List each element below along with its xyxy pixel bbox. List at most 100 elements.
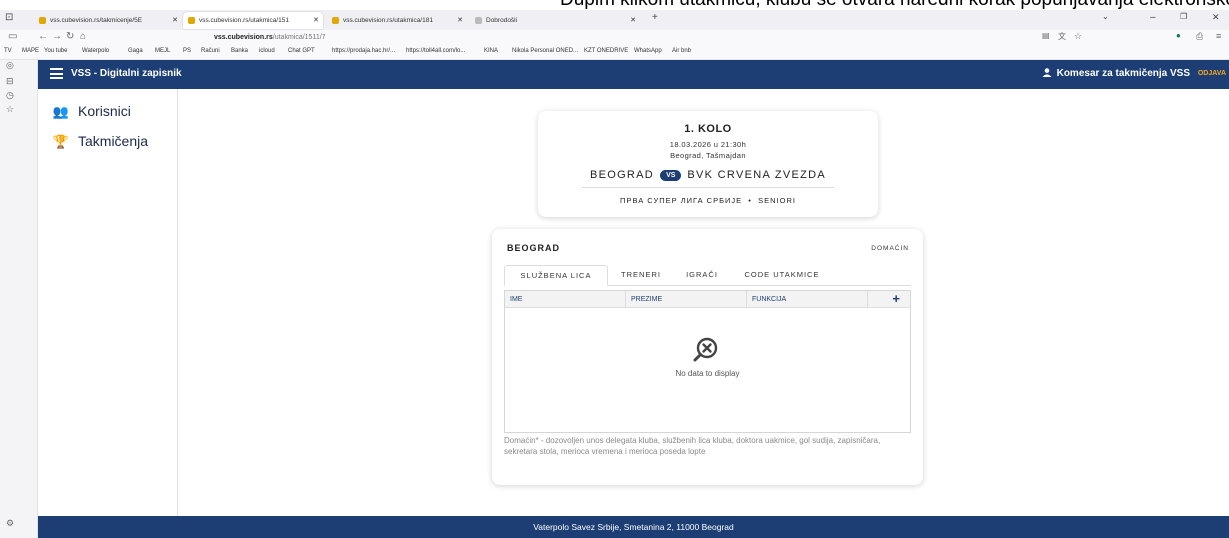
match-round: 1. KOLO xyxy=(684,123,732,135)
favicon-icon xyxy=(332,17,339,24)
sidebar-item-label: Takmičenja xyxy=(78,133,149,149)
bookmark-item[interactable]: MAPE xyxy=(22,48,39,54)
back-icon[interactable]: ← xyxy=(38,31,48,42)
panel-note: Domaćin* - dozovoljen unos delegata klub… xyxy=(504,436,881,456)
home-team: BEOGRAD xyxy=(589,169,655,181)
tab-treneri[interactable]: TRENERI xyxy=(610,265,672,286)
close-tab-icon[interactable]: ✕ xyxy=(172,12,178,29)
restore-icon[interactable]: ❐ xyxy=(1180,12,1187,21)
forward-icon[interactable]: → xyxy=(52,31,62,42)
extensions-icon[interactable]: ⎙ xyxy=(1196,31,1203,42)
minimize-icon[interactable]: – xyxy=(1150,12,1156,23)
sidebar-toggle-icon[interactable]: ▭ xyxy=(8,31,17,42)
close-tab-icon[interactable]: ✕ xyxy=(457,12,463,29)
divider xyxy=(582,187,834,188)
favicon-icon xyxy=(475,17,482,24)
vs-badge: VS xyxy=(660,170,682,181)
synced-tabs-icon[interactable]: ⊟ xyxy=(6,76,14,87)
sidebar-item-takmicenja[interactable]: 🏆 Takmičenja xyxy=(52,133,148,150)
no-data-icon xyxy=(693,337,718,362)
browser-tab-strip: ⊡ vss.cubevision.rs/takmicenje/5E ✕ vss.… xyxy=(0,10,1229,30)
menu-icon[interactable]: ≡ xyxy=(1216,31,1221,41)
empty-message: No data to display xyxy=(675,369,740,378)
user-icon xyxy=(1042,68,1052,77)
bookmark-item[interactable]: Chat GPT xyxy=(288,48,315,54)
favicon-icon xyxy=(39,17,46,24)
bookmark-item[interactable]: PS xyxy=(183,48,191,54)
match-teams: BEOGRAD VS BVK CRVENA ZVEZDA xyxy=(538,169,878,181)
document-caption: Dupim klikom utakmicu, klubu se otvara n… xyxy=(0,0,1229,10)
team-panel: BEOGRAD DOMAĆIN SLUŽBENA LICA TRENERI IG… xyxy=(492,229,923,485)
close-tab-icon[interactable]: ✕ xyxy=(313,12,319,29)
hamburger-menu-icon[interactable] xyxy=(50,68,63,79)
column-header-prezime[interactable]: PREZIME xyxy=(626,291,747,308)
bookmark-item[interactable]: MEJL xyxy=(155,48,170,54)
profile-icon[interactable]: ● xyxy=(1176,31,1181,40)
logout-button[interactable]: ODJAVA xyxy=(1198,70,1226,77)
tab-overview-icon[interactable]: ⊡ xyxy=(5,12,13,23)
officials-table: IME PREZIME FUNKCIJA + No data to displa… xyxy=(504,290,911,433)
browser-nav-bar: ▭ ← → ↻ ⌂ vss.cubevision.rs/utakmica/151… xyxy=(0,30,1229,46)
bookmark-item[interactable]: Air bnb xyxy=(672,48,691,54)
tab-list-icon[interactable]: ⌄ xyxy=(1102,12,1109,21)
sidebar-item-label: Korisnici xyxy=(78,103,131,119)
team-name: BEOGRAD xyxy=(507,243,561,253)
caption-text: Dupim klikom utakmicu, klubu se otvara n… xyxy=(560,0,1229,10)
team-role: DOMAĆIN xyxy=(871,245,909,252)
history-icon[interactable]: ◷ xyxy=(6,90,14,101)
bookmark-item[interactable]: TV xyxy=(4,48,12,54)
trophy-icon: 🏆 xyxy=(52,134,70,149)
address-bar[interactable]: vss.cubevision.rs/utakmica/1511/7 xyxy=(196,31,1026,44)
bookmark-item[interactable]: Banka xyxy=(231,48,248,54)
reader-view-icon[interactable]: ▤ xyxy=(1042,31,1050,40)
sidebar-item-korisnici[interactable]: 👥 Korisnici xyxy=(52,103,131,120)
close-tab-icon[interactable]: ✕ xyxy=(630,12,636,29)
match-card: 1. KOLO 18.03.2026 u 21:30h Beograd, Taš… xyxy=(538,111,878,217)
bookmark-item[interactable]: Nikola Personal ONED... xyxy=(512,48,578,54)
translate-icon[interactable]: 文 xyxy=(1058,31,1066,42)
favicon-icon xyxy=(188,17,195,24)
extension-icon[interactable]: ◎ xyxy=(6,60,14,71)
table-header: IME PREZIME FUNKCIJA + xyxy=(505,291,910,308)
bookmark-item[interactable]: Waterpolo xyxy=(82,48,109,54)
bookmark-item[interactable]: WhatsApp xyxy=(634,48,662,54)
column-header-ime[interactable]: IME xyxy=(505,291,626,308)
app-title: VSS - Digitalni zapisnik xyxy=(71,68,182,79)
app-header: VSS - Digitalni zapisnik Komesar za takm… xyxy=(38,60,1229,89)
bookmark-star-icon[interactable]: ☆ xyxy=(1074,31,1082,42)
bookmark-item[interactable]: https://prodaja.hac.hr/... xyxy=(332,48,395,54)
user-menu[interactable]: Komesar za takmičenja VSS xyxy=(1042,68,1190,79)
bookmarks-bar: TV MAPE You tube Waterpolo Gaga MEJL PS … xyxy=(0,46,1229,60)
bookmark-item[interactable]: KZT ONEDRIVE xyxy=(584,48,628,54)
footer-text: Vaterpolo Savez Srbije, Smetanina 2, 110… xyxy=(533,522,734,532)
settings-icon[interactable]: ⚙ xyxy=(6,518,14,529)
match-league: ПРВА СУПЕР ЛИГА СРБИЈЕ • SENIORI xyxy=(620,196,796,205)
away-team: BVK CRVENA ZVEZDA xyxy=(687,169,827,181)
tab-sluzbena-lica[interactable]: SLUŽBENA LICA xyxy=(504,265,608,286)
window-close-icon[interactable]: ✕ xyxy=(1212,12,1220,23)
column-header-funkcija[interactable]: FUNKCIJA xyxy=(747,291,868,308)
browser-tab-4[interactable]: Dobrodošli ✕ xyxy=(470,12,640,29)
home-icon[interactable]: ⌂ xyxy=(80,31,86,42)
add-row-button[interactable]: + xyxy=(892,292,900,306)
match-datetime: 18.03.2026 u 21:30h xyxy=(669,140,747,149)
match-venue: Beograd, Tašmajdan xyxy=(670,151,746,160)
bookmark-item[interactable]: Gaga xyxy=(128,48,143,54)
panel-tabs: SLUŽBENA LICA TRENERI IGRAČI CODE UTAKMI… xyxy=(504,265,911,286)
reload-icon[interactable]: ↻ xyxy=(66,31,74,42)
browser-tab-3[interactable]: vss.cubevision.rs/utakmica/181 ✕ xyxy=(327,12,467,29)
bookmark-item[interactable]: You tube xyxy=(44,48,67,54)
bookmark-item[interactable]: https://toll4all.com/lo... xyxy=(406,48,465,54)
browser-tab-2[interactable]: vss.cubevision.rs/utakmica/151 ✕ xyxy=(183,12,323,29)
browser-tab-1[interactable]: vss.cubevision.rs/takmicenje/5E ✕ xyxy=(34,12,182,29)
bookmarks-icon[interactable]: ☆ xyxy=(6,104,14,115)
bookmark-item[interactable]: Računi xyxy=(201,48,220,54)
users-icon: 👥 xyxy=(52,104,70,119)
app-sidebar: 👥 Korisnici 🏆 Takmičenja xyxy=(38,89,178,516)
tab-igraci[interactable]: IGRAČI xyxy=(674,265,730,286)
new-tab-icon[interactable]: + xyxy=(652,12,658,23)
browser-sidebar: ◎ ⊟ ◷ ☆ ⚙ xyxy=(0,60,38,538)
bookmark-item[interactable]: icloud xyxy=(259,48,275,54)
tab-code-utakmice[interactable]: CODE UTAKMICE xyxy=(732,265,832,286)
bookmark-item[interactable]: KINA xyxy=(484,48,498,54)
